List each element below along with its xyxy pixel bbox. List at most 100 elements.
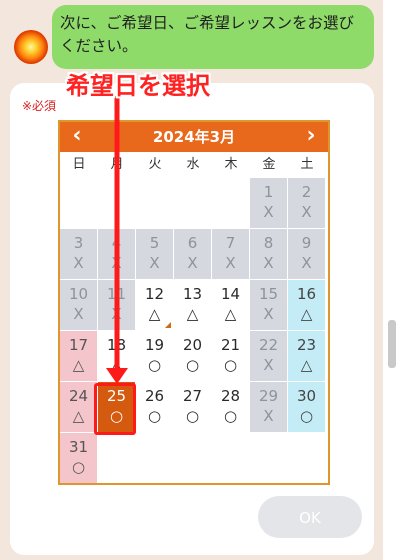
calendar-day-cell[interactable]: 16 △ bbox=[288, 280, 325, 330]
day-number: 22 bbox=[258, 336, 279, 354]
calendar-day-cell[interactable]: 31 ○ bbox=[60, 433, 97, 483]
availability-mark: ○ bbox=[185, 407, 200, 425]
day-number: 20 bbox=[182, 336, 203, 354]
weekday-header: 土 bbox=[300, 157, 314, 172]
next-month-button[interactable]: › bbox=[296, 122, 326, 152]
day-number: 2 bbox=[301, 183, 312, 201]
day-number: 27 bbox=[182, 387, 203, 405]
availability-mark: ○ bbox=[223, 407, 238, 425]
day-number: 9 bbox=[301, 234, 312, 252]
day-number: 29 bbox=[258, 387, 279, 405]
calendar-day-cell[interactable]: 13 △ bbox=[174, 280, 211, 330]
day-number: 26 bbox=[144, 387, 165, 405]
availability-mark: X bbox=[149, 254, 160, 272]
calendar-header: ‹ 2024年3月 › bbox=[60, 122, 328, 152]
day-number: 1 bbox=[263, 183, 274, 201]
calendar-day-cell[interactable]: 23 △ bbox=[288, 331, 325, 381]
availability-mark: △ bbox=[300, 305, 313, 323]
availability-mark: X bbox=[301, 254, 312, 272]
scrollbar-thumb[interactable] bbox=[388, 320, 396, 368]
chat-message-bubble: 次に、ご希望日、ご希望レッスンをお選びください。 bbox=[52, 5, 374, 69]
availability-mark: ○ bbox=[185, 356, 200, 374]
calendar-day-cell[interactable]: 28 ○ bbox=[212, 382, 249, 432]
availability-mark: △ bbox=[110, 356, 123, 374]
calendar-day-cell[interactable]: 17 △ bbox=[60, 331, 97, 381]
day-number: 28 bbox=[220, 387, 241, 405]
calendar-month-title: 2024年3月 bbox=[152, 128, 236, 146]
calendar-day-cell[interactable]: 14 △ bbox=[212, 280, 249, 330]
calendar-day-cell: 4X bbox=[98, 229, 135, 279]
ok-button[interactable]: OK bbox=[258, 496, 362, 538]
calendar-day-cell[interactable]: 30 ○ bbox=[288, 382, 325, 432]
calendar-day-cell: 29 X bbox=[250, 382, 287, 432]
day-number: 16 bbox=[296, 285, 317, 303]
calendar-day-cell: 2X bbox=[288, 178, 325, 228]
calendar-day-cell: 1X bbox=[250, 178, 287, 228]
calendar-day-cell: 10 X bbox=[60, 280, 97, 330]
availability-mark: X bbox=[263, 254, 274, 272]
calendar-day-cell[interactable]: 27 ○ bbox=[174, 382, 211, 432]
availability-mark: X bbox=[73, 305, 84, 323]
calendar-day-cell: 5X bbox=[136, 229, 173, 279]
availability-mark: △ bbox=[72, 407, 85, 425]
availability-mark: X bbox=[301, 203, 312, 221]
availability-mark: X bbox=[73, 254, 84, 272]
day-number: 6 bbox=[187, 234, 198, 252]
annotation-label: 希望日を選択 bbox=[66, 72, 210, 100]
weekday-header: 金 bbox=[262, 157, 276, 172]
day-number: 3 bbox=[73, 234, 84, 252]
calendar-day-cell: 7X bbox=[212, 229, 249, 279]
availability-mark: X bbox=[263, 407, 274, 425]
weekday-header: 月 bbox=[110, 157, 124, 172]
day-number: 21 bbox=[220, 336, 241, 354]
calendar-day-cell: 9X bbox=[288, 229, 325, 279]
required-label: ※必須 bbox=[22, 99, 57, 113]
calendar-day-cell[interactable]: 21 ○ bbox=[212, 331, 249, 381]
availability-mark: ○ bbox=[147, 407, 162, 425]
calendar-day-cell: 3X bbox=[60, 229, 97, 279]
calendar-day-cell: 22 X bbox=[250, 331, 287, 381]
calendar-day-cell[interactable]: 26 ○ bbox=[136, 382, 173, 432]
selection-highlight-box bbox=[94, 383, 136, 435]
scrollbar-track[interactable] bbox=[383, 0, 400, 560]
bot-avatar-icon bbox=[14, 30, 48, 64]
availability-mark: △ bbox=[300, 356, 313, 374]
calendar-day-cell: 8X bbox=[250, 229, 287, 279]
day-number: 19 bbox=[144, 336, 165, 354]
calendar-day-cell[interactable]: 19 ○ bbox=[136, 331, 173, 381]
availability-mark: ○ bbox=[223, 356, 238, 374]
availability-mark: △ bbox=[224, 305, 237, 323]
availability-mark: △ bbox=[148, 305, 161, 323]
day-number: 30 bbox=[296, 387, 317, 405]
availability-mark: △ bbox=[72, 356, 85, 374]
availability-mark: X bbox=[263, 305, 274, 323]
availability-mark: X bbox=[187, 254, 198, 272]
availability-mark: ○ bbox=[299, 407, 314, 425]
weekday-header: 水 bbox=[186, 157, 200, 172]
day-number: 5 bbox=[149, 234, 160, 252]
day-number: 15 bbox=[258, 285, 279, 303]
availability-mark: ○ bbox=[147, 356, 162, 374]
day-number: 13 bbox=[182, 285, 203, 303]
day-number: 23 bbox=[296, 336, 317, 354]
availability-mark: ○ bbox=[71, 458, 86, 476]
day-number: 17 bbox=[68, 336, 89, 354]
weekday-header: 日 bbox=[72, 157, 86, 172]
availability-mark: X bbox=[263, 356, 274, 374]
availability-mark: △ bbox=[186, 305, 199, 323]
weekday-header: 木 bbox=[224, 157, 238, 172]
day-number: 18 bbox=[106, 336, 127, 354]
calendar-day-cell: 15 X bbox=[250, 280, 287, 330]
date-picker-panel: ※必須 ‹ 2024年3月 › 日月火水木金土 1X2X3X4X5X6X7X8X… bbox=[10, 83, 374, 555]
calendar-day-cell[interactable]: 12 △ bbox=[136, 280, 173, 330]
availability-mark: X bbox=[111, 305, 122, 323]
calendar-day-cell[interactable]: 18 △ bbox=[98, 331, 135, 381]
calendar-day-cell: 11 X bbox=[98, 280, 135, 330]
day-number: 10 bbox=[68, 285, 89, 303]
day-number: 31 bbox=[68, 438, 89, 456]
calendar-day-cell[interactable]: 24 △ bbox=[60, 382, 97, 432]
weekday-row: 日月火水木金土 bbox=[60, 152, 328, 178]
calendar-day-cell[interactable]: 20 ○ bbox=[174, 331, 211, 381]
day-number: 24 bbox=[68, 387, 89, 405]
weekday-header: 火 bbox=[148, 157, 162, 172]
